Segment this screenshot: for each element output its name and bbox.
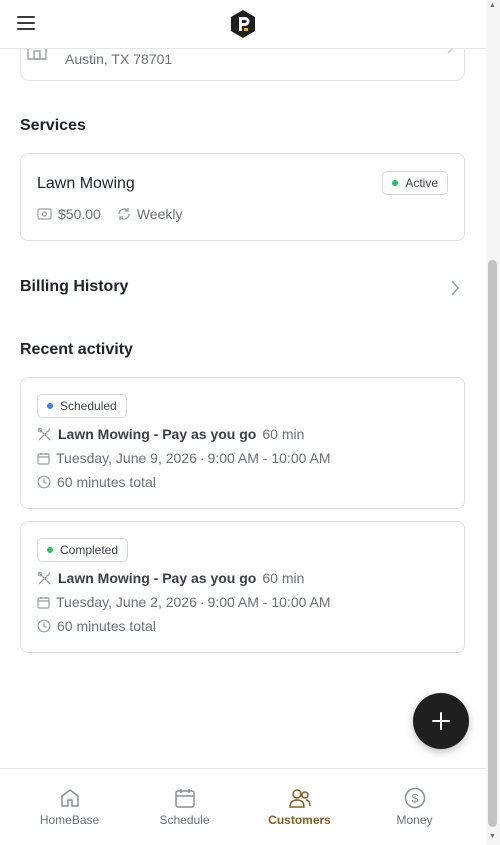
calendar-icon: [37, 452, 50, 465]
scroll-up-arrow-icon[interactable]: ▲: [488, 2, 497, 10]
address-line: Austin, TX 78701: [65, 51, 173, 67]
service-price: $50.00: [58, 206, 101, 222]
service-meta: $50.00 Weekly: [37, 206, 198, 222]
status-label: Completed: [60, 543, 119, 557]
services-heading: Services: [20, 117, 86, 134]
scrollbar-thumb[interactable]: [488, 260, 497, 827]
nav-label: HomeBase: [39, 813, 100, 827]
bottom-nav: HomeBase Schedule Customers $ Money: [0, 768, 486, 845]
service-card[interactable]: Lawn Mowing Active $50.00 Weekly: [20, 153, 465, 241]
activity-card[interactable]: Completed Lawn Mowing - Pay as you go 60…: [20, 521, 465, 653]
plus-icon: [432, 712, 450, 730]
status-dot-icon: [47, 547, 53, 553]
status-badge: Active: [382, 171, 448, 195]
home-icon: [60, 789, 79, 807]
activity-service-name: Lawn Mowing - Pay as you go: [58, 426, 257, 442]
activity-total-line: 60 minutes total: [37, 474, 156, 490]
users-icon: [288, 789, 311, 808]
billing-history-heading: Billing History: [20, 278, 129, 295]
nav-label: Schedule: [159, 813, 210, 827]
status-label: Active: [405, 176, 438, 190]
calendar-icon: [174, 789, 195, 808]
clock-icon: [37, 475, 51, 489]
activity-date: Tuesday, June 9, 2026: [56, 450, 197, 466]
service-name: Lawn Mowing: [37, 175, 135, 192]
nav-label: Customers: [268, 813, 331, 827]
billing-history-row[interactable]: Billing History: [20, 278, 465, 302]
activity-time: 9:00 AM - 10:00 AM: [207, 594, 331, 610]
chevron-right-icon: [451, 280, 459, 296]
nav-item-homebase[interactable]: HomeBase: [12, 769, 127, 845]
activity-service-name: Lawn Mowing - Pay as you go: [58, 570, 257, 586]
svg-text:$: $: [411, 792, 418, 806]
activity-total: 60 minutes total: [57, 474, 156, 490]
status-badge: Scheduled: [37, 394, 127, 418]
hamburger-icon[interactable]: [17, 16, 35, 30]
status-dot-icon: [47, 403, 53, 409]
nav-item-money[interactable]: $ Money: [357, 769, 472, 845]
repeat-icon: [118, 208, 130, 220]
banknote-icon: [37, 208, 52, 220]
nav-item-customers[interactable]: Customers: [242, 769, 357, 845]
activity-total: 60 minutes total: [57, 618, 156, 634]
calendar-icon: [37, 596, 50, 609]
status-label: Scheduled: [60, 399, 117, 413]
recent-activity-heading: Recent activity: [20, 341, 133, 358]
tools-icon: [37, 427, 51, 440]
scroll-down-arrow-icon[interactable]: ▼: [488, 833, 497, 841]
dollar-circle-icon: $: [404, 787, 425, 809]
activity-service-line: Lawn Mowing - Pay as you go 60 min: [37, 426, 304, 442]
app-logo[interactable]: [229, 9, 257, 39]
activity-date: Tuesday, June 2, 2026: [56, 594, 197, 610]
activity-date-line: Tuesday, June 9, 2026 · 9:00 AM - 10:00 …: [37, 450, 331, 466]
service-frequency: Weekly: [136, 206, 183, 222]
status-dot-icon: [392, 180, 399, 186]
activity-service-line: Lawn Mowing - Pay as you go 60 min: [37, 570, 304, 586]
tools-icon: [37, 571, 51, 584]
activity-card[interactable]: Scheduled Lawn Mowing - Pay as you go 60…: [20, 377, 465, 509]
activity-total-line: 60 minutes total: [37, 618, 156, 634]
separator: ·: [199, 594, 205, 610]
nav-item-schedule[interactable]: Schedule: [127, 769, 242, 845]
separator: ·: [199, 450, 205, 466]
clock-icon: [37, 619, 51, 633]
top-bar: [0, 0, 486, 49]
activity-duration: 60 min: [262, 426, 305, 442]
activity-time: 9:00 AM - 10:00 AM: [207, 450, 331, 466]
nav-label: Money: [396, 813, 433, 827]
activity-date-line: Tuesday, June 2, 2026 · 9:00 AM - 10:00 …: [37, 594, 331, 610]
add-button[interactable]: [413, 693, 469, 749]
status-badge: Completed: [37, 538, 129, 562]
activity-duration: 60 min: [262, 570, 305, 586]
